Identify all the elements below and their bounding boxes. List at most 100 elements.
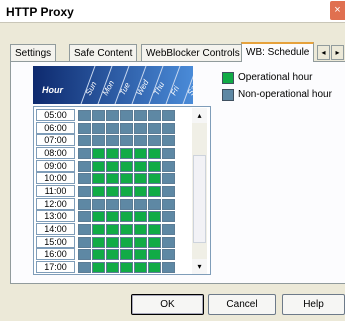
schedule-cell-sun-1100[interactable] [78, 185, 91, 197]
schedule-cell-wed-1700[interactable] [120, 261, 133, 273]
schedule-cell-thu-1000[interactable] [134, 173, 147, 185]
schedule-cell-mon-1300[interactable] [92, 211, 105, 223]
tab-webblocker-controls[interactable]: WebBlocker Controls [141, 44, 245, 61]
schedule-cell-mon-1200[interactable] [92, 198, 105, 210]
schedule-cell-thu-1700[interactable] [134, 261, 147, 273]
schedule-cell-mon-1600[interactable] [92, 249, 105, 261]
schedule-cell-wed-1400[interactable] [120, 223, 133, 235]
schedule-cell-fri-0500[interactable] [148, 110, 161, 121]
schedule-cell-thu-1500[interactable] [134, 236, 147, 248]
schedule-cell-wed-0900[interactable] [120, 160, 133, 172]
schedule-cell-sat-0700[interactable] [162, 135, 175, 147]
schedule-cell-thu-1200[interactable] [134, 198, 147, 210]
schedule-cell-thu-0700[interactable] [134, 135, 147, 147]
tab-safe-content[interactable]: Safe Content [69, 44, 138, 61]
schedule-cell-thu-1300[interactable] [134, 211, 147, 223]
schedule-cell-wed-0600[interactable] [120, 122, 133, 134]
schedule-cell-sun-1500[interactable] [78, 236, 91, 248]
close-button[interactable]: × [330, 1, 345, 20]
tab-wb-schedule[interactable]: WB: Schedule [241, 42, 315, 62]
schedule-cell-tue-1400[interactable] [106, 223, 119, 235]
schedule-cell-thu-1600[interactable] [134, 249, 147, 261]
schedule-cell-wed-1000[interactable] [120, 173, 133, 185]
schedule-cell-tue-1600[interactable] [106, 249, 119, 261]
schedule-cell-mon-1400[interactable] [92, 223, 105, 235]
schedule-cell-sun-0700[interactable] [78, 135, 91, 147]
schedule-cell-sun-1300[interactable] [78, 211, 91, 223]
schedule-cell-mon-1000[interactable] [92, 173, 105, 185]
schedule-cell-tue-1100[interactable] [106, 185, 119, 197]
schedule-cell-fri-0900[interactable] [148, 160, 161, 172]
schedule-cell-mon-0700[interactable] [92, 135, 105, 147]
schedule-cell-sat-0900[interactable] [162, 160, 175, 172]
schedule-scrollbar[interactable]: ▴ ▾ [192, 108, 207, 274]
schedule-cell-wed-1200[interactable] [120, 198, 133, 210]
schedule-cell-tue-1200[interactable] [106, 198, 119, 210]
scrollbar-thumb[interactable] [193, 155, 206, 243]
schedule-cell-thu-0500[interactable] [134, 110, 147, 121]
tab-settings[interactable]: Settings [10, 44, 57, 61]
schedule-cell-tue-0800[interactable] [106, 147, 119, 159]
tab-scroll-right-button[interactable]: ▸ [331, 45, 344, 60]
schedule-cell-thu-1100[interactable] [134, 185, 147, 197]
schedule-cell-sat-0500[interactable] [162, 110, 175, 121]
schedule-cell-sat-1300[interactable] [162, 211, 175, 223]
schedule-cell-sun-0900[interactable] [78, 160, 91, 172]
schedule-cell-fri-1200[interactable] [148, 198, 161, 210]
schedule-cell-fri-1400[interactable] [148, 223, 161, 235]
schedule-cell-sun-1700[interactable] [78, 261, 91, 273]
schedule-cell-sun-1200[interactable] [78, 198, 91, 210]
schedule-cell-mon-0600[interactable] [92, 122, 105, 134]
scroll-down-button[interactable]: ▾ [192, 259, 207, 274]
schedule-cell-tue-0600[interactable] [106, 122, 119, 134]
schedule-cell-mon-1700[interactable] [92, 261, 105, 273]
ok-button[interactable]: OK [131, 294, 204, 315]
schedule-cell-sat-1400[interactable] [162, 223, 175, 235]
schedule-cell-thu-0900[interactable] [134, 160, 147, 172]
schedule-cell-sun-0500[interactable] [78, 110, 91, 121]
schedule-cell-wed-0500[interactable] [120, 110, 133, 121]
schedule-cell-thu-0600[interactable] [134, 122, 147, 134]
schedule-cell-wed-1100[interactable] [120, 185, 133, 197]
schedule-cell-fri-0700[interactable] [148, 135, 161, 147]
schedule-cell-wed-0800[interactable] [120, 147, 133, 159]
schedule-cell-fri-1300[interactable] [148, 211, 161, 223]
schedule-cell-sat-1100[interactable] [162, 185, 175, 197]
schedule-cell-sat-1000[interactable] [162, 173, 175, 185]
schedule-cell-fri-1500[interactable] [148, 236, 161, 248]
schedule-cell-wed-0700[interactable] [120, 135, 133, 147]
schedule-cell-sat-1700[interactable] [162, 261, 175, 273]
schedule-cell-tue-0500[interactable] [106, 110, 119, 121]
cancel-button[interactable]: Cancel [208, 294, 276, 315]
schedule-cell-sun-1000[interactable] [78, 173, 91, 185]
schedule-cell-sat-1500[interactable] [162, 236, 175, 248]
schedule-cell-thu-1400[interactable] [134, 223, 147, 235]
schedule-cell-mon-0900[interactable] [92, 160, 105, 172]
schedule-cell-sat-0600[interactable] [162, 122, 175, 134]
schedule-cell-sun-1400[interactable] [78, 223, 91, 235]
schedule-cell-mon-1500[interactable] [92, 236, 105, 248]
schedule-cell-sun-0600[interactable] [78, 122, 91, 134]
scroll-up-button[interactable]: ▴ [192, 108, 207, 123]
schedule-cell-tue-1500[interactable] [106, 236, 119, 248]
schedule-cell-sat-1200[interactable] [162, 198, 175, 210]
help-button[interactable]: Help [282, 294, 345, 315]
schedule-cell-tue-1300[interactable] [106, 211, 119, 223]
schedule-cell-mon-1100[interactable] [92, 185, 105, 197]
schedule-cell-wed-1600[interactable] [120, 249, 133, 261]
schedule-cell-fri-1100[interactable] [148, 185, 161, 197]
schedule-cell-fri-0600[interactable] [148, 122, 161, 134]
schedule-cell-fri-1700[interactable] [148, 261, 161, 273]
schedule-cell-sat-0800[interactable] [162, 147, 175, 159]
schedule-cell-mon-0500[interactable] [92, 110, 105, 121]
schedule-cell-sat-1600[interactable] [162, 249, 175, 261]
schedule-cell-wed-1500[interactable] [120, 236, 133, 248]
schedule-cell-tue-0900[interactable] [106, 160, 119, 172]
schedule-cell-tue-1000[interactable] [106, 173, 119, 185]
schedule-cell-fri-0800[interactable] [148, 147, 161, 159]
schedule-cell-mon-0800[interactable] [92, 147, 105, 159]
tab-scroll-left-button[interactable]: ◂ [317, 45, 330, 60]
schedule-cell-wed-1300[interactable] [120, 211, 133, 223]
schedule-cell-sun-0800[interactable] [78, 147, 91, 159]
schedule-cell-tue-0700[interactable] [106, 135, 119, 147]
